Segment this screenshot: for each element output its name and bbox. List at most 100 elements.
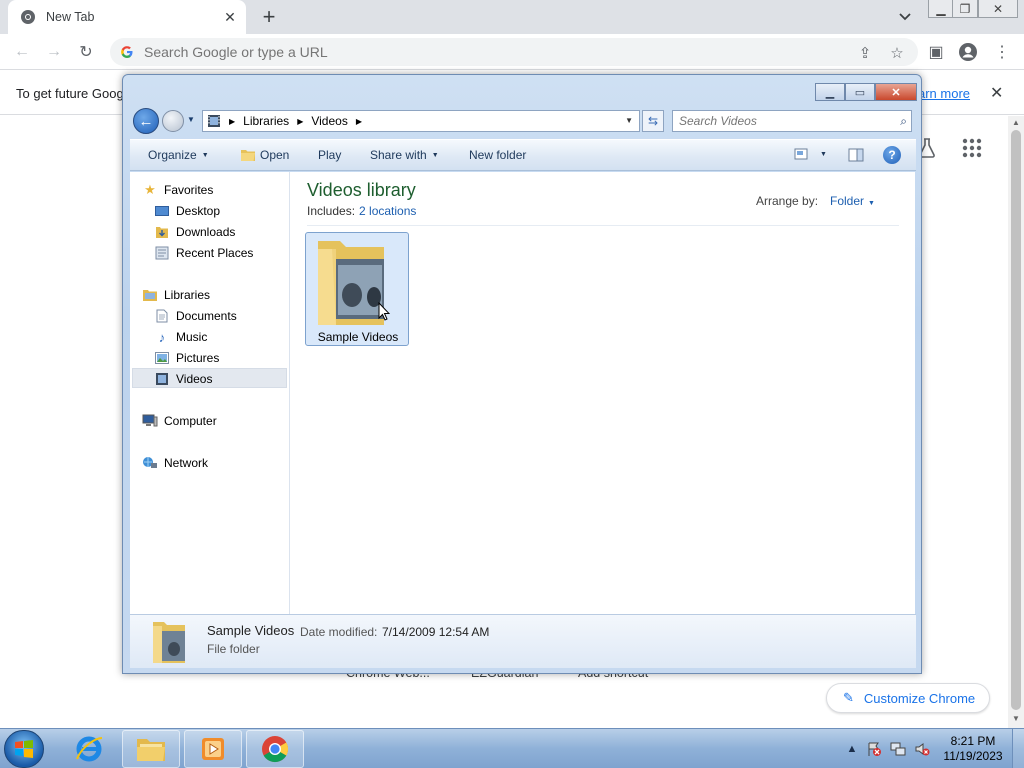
help-icon[interactable]: ? xyxy=(883,146,901,164)
side-panel-icon[interactable]: ▣ xyxy=(926,42,946,62)
folder-icon xyxy=(137,739,165,761)
volume-muted-icon[interactable] xyxy=(914,741,930,757)
nav-downloads[interactable]: Downloads xyxy=(154,222,235,242)
windows-logo-icon xyxy=(15,740,33,758)
open-button[interactable]: Open xyxy=(240,148,289,162)
breadcrumb-chevron-icon[interactable]: ▶ xyxy=(297,117,303,126)
nav-network[interactable]: Network xyxy=(142,453,208,473)
search-icon[interactable]: ⌕ xyxy=(900,114,907,129)
taskbar-clock[interactable]: 8:21 PM 11/19/2023 xyxy=(940,734,1006,764)
profile-icon[interactable] xyxy=(958,42,978,62)
restore-button[interactable]: ❐ xyxy=(952,0,978,18)
apps-grid-icon[interactable] xyxy=(962,138,982,158)
nav-computer[interactable]: Computer xyxy=(142,411,217,431)
breadcrumb-chevron-icon[interactable]: ▶ xyxy=(356,117,362,126)
share-icon[interactable]: ⇪ xyxy=(856,44,874,62)
minimize-button[interactable]: ▁ xyxy=(928,0,954,18)
nav-label: Recent Places xyxy=(176,246,254,260)
explorer-maximize-button[interactable]: ▭ xyxy=(845,83,875,101)
taskbar-chrome[interactable] xyxy=(246,730,304,768)
locations-link[interactable]: 2 locations xyxy=(359,204,416,218)
forward-icon[interactable]: → xyxy=(44,42,64,62)
share-with-button[interactable]: Share with ▼ xyxy=(370,148,439,162)
nav-videos[interactable]: Videos xyxy=(154,369,212,389)
videos-library-icon xyxy=(154,371,170,387)
recent-pages-chevron-icon[interactable]: ▼ xyxy=(187,115,195,124)
chevron-down-icon[interactable] xyxy=(895,8,915,26)
infobar-learn-more-link[interactable]: arn more xyxy=(918,86,970,101)
tab-new-tab[interactable]: New Tab ✕ xyxy=(8,0,246,34)
nav-documents[interactable]: Documents xyxy=(154,306,237,326)
show-desktop-button[interactable] xyxy=(1012,729,1024,768)
address-dropdown-icon[interactable]: ▼ xyxy=(625,116,633,125)
nav-recent-places[interactable]: Recent Places xyxy=(154,243,253,263)
menu-icon[interactable]: ⋮ xyxy=(992,42,1012,62)
address-bar[interactable]: ▶ Libraries ▶ Videos ▶ ▼ xyxy=(202,110,640,132)
back-icon[interactable]: ← xyxy=(12,42,32,62)
nav-label: Downloads xyxy=(176,225,236,239)
taskbar-internet-explorer[interactable] xyxy=(60,730,118,768)
breadcrumb-chevron-icon[interactable]: ▶ xyxy=(229,117,235,126)
nav-desktop[interactable]: Desktop xyxy=(154,201,220,221)
reload-icon[interactable]: ↻ xyxy=(76,42,96,62)
search-input[interactable] xyxy=(679,114,879,128)
clock-time: 8:21 PM xyxy=(950,734,996,748)
view-options-button[interactable]: ▼ xyxy=(794,148,827,160)
refresh-icon[interactable]: ⇆ xyxy=(642,110,664,132)
search-box[interactable]: ⌕ xyxy=(672,110,912,132)
close-window-button[interactable]: ✕ xyxy=(978,0,1018,18)
arrange-by-dropdown[interactable]: Folder ▼ xyxy=(830,194,875,208)
folder-item[interactable]: Sample Videos xyxy=(305,232,409,346)
play-button[interactable]: Play xyxy=(318,148,341,162)
star-icon[interactable]: ☆ xyxy=(888,44,906,62)
downloads-folder-icon xyxy=(154,224,170,240)
details-name: Sample Videos xyxy=(207,623,295,638)
action-center-flag-icon[interactable] xyxy=(866,741,882,757)
chrome-icon xyxy=(21,10,35,24)
omnibox[interactable]: ⇪ ☆ xyxy=(110,38,918,66)
breadcrumb-libraries[interactable]: Libraries xyxy=(243,114,289,128)
customize-chrome-button[interactable]: ✎ Customize Chrome xyxy=(826,683,990,713)
explorer-caption-buttons: ▁ ▭ ✕ xyxy=(815,83,917,101)
preview-pane-button[interactable] xyxy=(848,148,864,162)
omnibox-input[interactable] xyxy=(144,44,824,60)
open-label: Open xyxy=(260,148,290,162)
nav-music[interactable]: ♪ Music xyxy=(154,327,208,347)
show-hidden-icons-icon[interactable]: ▲ xyxy=(844,741,860,757)
page-scrollbar[interactable]: ▲ ▼ xyxy=(1008,116,1024,728)
infobar-close-icon[interactable]: ✕ xyxy=(990,83,1003,103)
close-tab-icon[interactable]: ✕ xyxy=(220,7,240,27)
forward-arrow-icon[interactable] xyxy=(162,110,184,132)
taskbar-windows-explorer[interactable] xyxy=(122,730,180,768)
explorer-minimize-button[interactable]: ▁ xyxy=(815,83,845,101)
nav-favorites[interactable]: ★ Favorites xyxy=(142,180,213,200)
network-status-icon[interactable] xyxy=(890,741,906,757)
explorer-close-button[interactable]: ✕ xyxy=(875,83,917,101)
tab-strip: New Tab ✕ + ▁ ❐ ✕ xyxy=(0,0,1024,34)
taskbar-media-center[interactable] xyxy=(184,730,242,768)
video-folder-icon xyxy=(318,241,384,325)
nav-pictures[interactable]: Pictures xyxy=(154,348,219,368)
chrome-icon xyxy=(262,736,289,763)
chevron-down-icon: ▼ xyxy=(868,200,875,207)
new-folder-label: New folder xyxy=(469,148,527,162)
arrange-value: Folder xyxy=(830,194,865,208)
nav-libraries[interactable]: Libraries xyxy=(142,285,210,305)
mouse-pointer-icon xyxy=(378,302,390,321)
organize-button[interactable]: Organize ▼ xyxy=(148,148,209,162)
scroll-down-icon[interactable]: ▼ xyxy=(1011,714,1021,724)
start-button[interactable] xyxy=(4,730,44,768)
new-tab-button[interactable]: + xyxy=(257,6,281,30)
back-arrow-icon[interactable]: ← xyxy=(133,108,159,134)
navigation-pane: ★ Favorites Desktop Downloads Recent Plac… xyxy=(130,172,290,614)
organize-label: Organize xyxy=(148,148,197,162)
divider xyxy=(307,225,899,226)
breadcrumb-videos[interactable]: Videos xyxy=(311,114,347,128)
scroll-up-icon[interactable]: ▲ xyxy=(1011,118,1021,128)
new-folder-button[interactable]: New folder xyxy=(469,148,526,162)
pencil-icon: ✎ xyxy=(843,690,854,705)
chevron-down-icon: ▼ xyxy=(201,151,209,159)
google-icon xyxy=(121,46,133,58)
nav-label: Favorites xyxy=(164,183,214,197)
scroll-thumb[interactable] xyxy=(1011,130,1021,710)
